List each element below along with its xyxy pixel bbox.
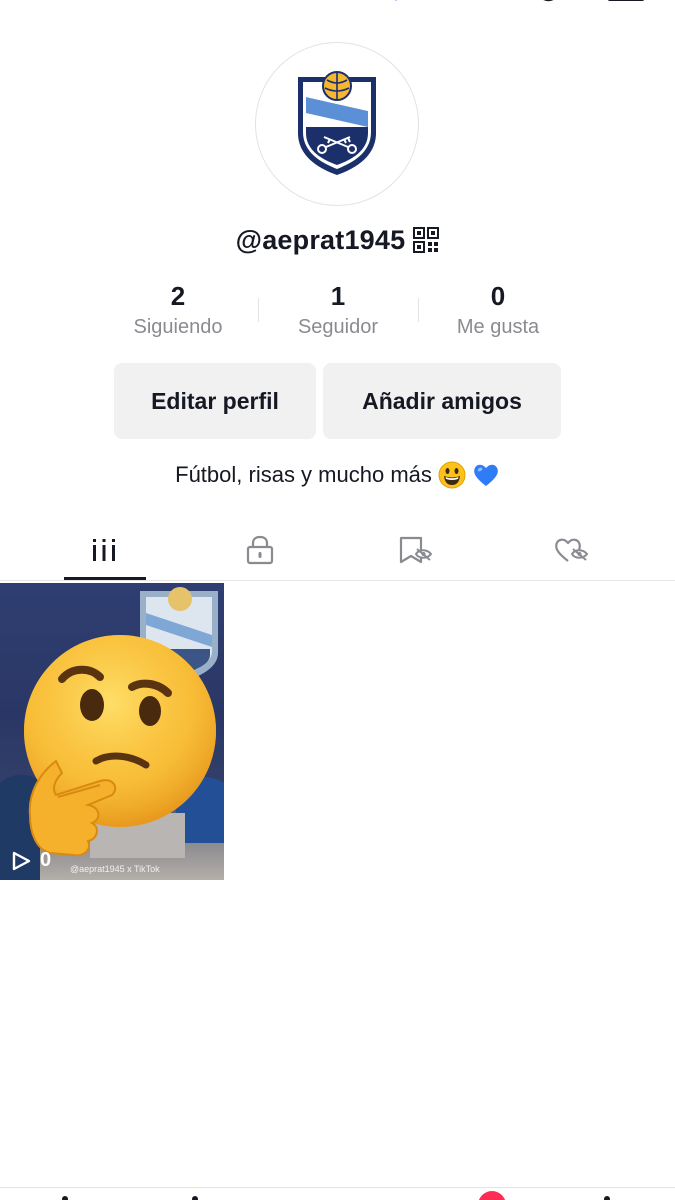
stat-followers-value: 1	[330, 281, 346, 311]
video-thumbnail-image	[0, 587, 224, 880]
home-icon[interactable]	[62, 1196, 68, 1200]
stat-likes-label: Me gusta	[456, 316, 540, 338]
switch-account-icon[interactable]	[536, 0, 566, 8]
profile-stats: 2 Siguiendo 1 Seguidor 0 Me gusta	[98, 280, 578, 344]
stat-followers[interactable]: 1 Seguidor	[258, 280, 418, 344]
stat-following-label: Siguiendo	[133, 316, 223, 338]
bio-text: Fútbol, risas y mucho más	[175, 462, 432, 487]
tabs-divider	[0, 580, 675, 581]
video-thumbnail[interactable]: 0 @aeprat1945 x TikTok	[0, 583, 224, 880]
stat-likes-value: 0	[490, 281, 506, 311]
friends-icon[interactable]	[192, 1196, 198, 1200]
club-crest-logo	[298, 71, 376, 175]
inbox-notification-badge[interactable]	[478, 1191, 506, 1200]
liked-hidden-icon	[555, 538, 589, 562]
view-count: 0	[10, 849, 51, 872]
stat-followers-label: Seguidor	[297, 316, 379, 338]
username: @aeprat1945	[235, 224, 406, 255]
bio: Fútbol, risas y mucho más	[0, 455, 675, 495]
avatar[interactable]	[255, 42, 419, 206]
bottom-nav	[0, 1188, 675, 1200]
stat-following[interactable]: 2 Siguiendo	[98, 280, 258, 344]
tab-private[interactable]	[182, 520, 338, 580]
edit-profile-button[interactable]: Editar perfil	[114, 363, 316, 439]
lock-icon	[246, 535, 274, 565]
play-icon	[12, 851, 31, 870]
stat-likes[interactable]: 0 Me gusta	[418, 280, 578, 344]
profile-icon[interactable]	[604, 1196, 610, 1200]
profile-tabs	[26, 520, 650, 580]
saved-hidden-icon	[399, 536, 433, 564]
grinning-face-emoji-icon	[438, 461, 466, 489]
view-count-value: 0	[40, 849, 52, 871]
username-row: @aeprat1945	[0, 220, 675, 260]
grid-icon	[93, 539, 115, 561]
stat-following-value: 2	[170, 281, 186, 311]
tab-liked[interactable]	[494, 520, 650, 580]
qr-code-icon[interactable]	[413, 227, 440, 253]
tab-videos[interactable]	[26, 520, 182, 580]
profile-screen: @aeprat1945 2 Siguiendo 1 Seguidor 0 Me …	[0, 0, 675, 1200]
menu-icon[interactable]	[608, 0, 644, 4]
tab-saved[interactable]	[338, 520, 494, 580]
top-header	[0, 0, 675, 14]
verified-badge-icon	[395, 0, 397, 1]
blue-heart-emoji-icon	[474, 464, 498, 486]
video-watermark: @aeprat1945 x TikTok	[70, 864, 160, 874]
add-friends-button[interactable]: Añadir amigos	[323, 363, 561, 439]
